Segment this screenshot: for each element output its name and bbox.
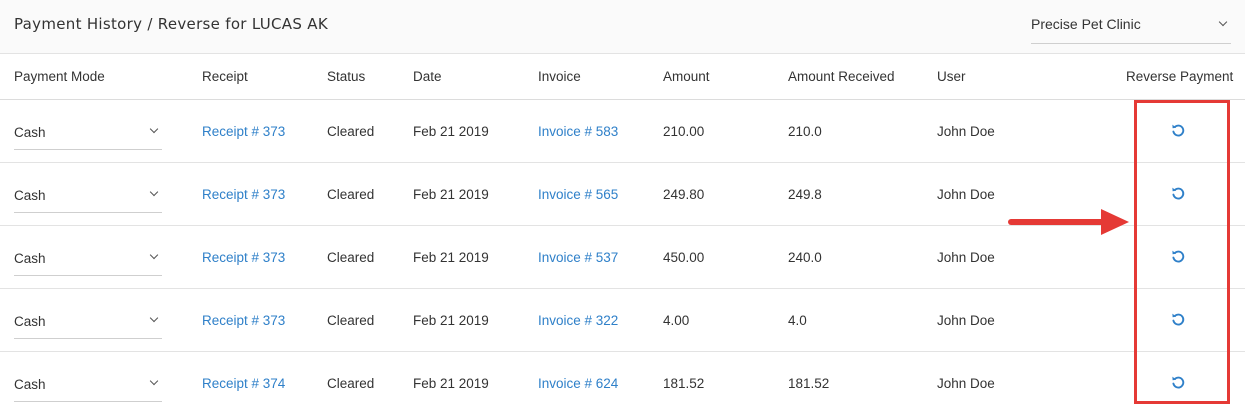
invoice-link[interactable]: Invoice # 624 — [538, 376, 618, 391]
payment-mode-value: Cash — [14, 314, 46, 329]
clinic-select-value: Precise Pet Clinic — [1031, 16, 1141, 32]
date-text: Feb 21 2019 — [413, 124, 489, 139]
receipt-link[interactable]: Receipt # 373 — [202, 124, 285, 139]
chevron-down-icon — [149, 376, 159, 386]
payment-mode-value: Cash — [14, 251, 46, 266]
amount-text: 249.80 — [663, 187, 705, 202]
status-text: Cleared — [327, 250, 375, 265]
chevron-down-icon — [149, 187, 159, 197]
amount-received-text: 210.0 — [788, 124, 822, 139]
user-text: John Doe — [937, 376, 995, 391]
invoice-link[interactable]: Invoice # 583 — [538, 124, 618, 139]
payment-mode-select[interactable]: Cash — [14, 116, 162, 150]
payment-mode-select[interactable]: Cash — [14, 179, 162, 213]
chevron-down-icon — [149, 313, 159, 323]
receipt-link[interactable]: Receipt # 374 — [202, 376, 285, 391]
table-row: Cash Receipt # 373 Cleared Feb 21 2019 I… — [0, 100, 1245, 163]
column-header-status: Status — [327, 69, 366, 84]
column-header-amount: Amount — [663, 69, 710, 84]
annotation-arrow-icon — [1008, 209, 1129, 235]
amount-received-text: 249.8 — [788, 187, 822, 202]
user-text: John Doe — [937, 250, 995, 265]
amount-text: 450.00 — [663, 250, 705, 265]
invoice-link[interactable]: Invoice # 537 — [538, 250, 618, 265]
column-header-invoice: Invoice — [538, 69, 581, 84]
amount-received-text: 181.52 — [788, 376, 830, 391]
status-text: Cleared — [327, 124, 375, 139]
payment-mode-select[interactable]: Cash — [14, 242, 162, 276]
amount-received-text: 4.0 — [788, 313, 807, 328]
user-text: John Doe — [937, 124, 995, 139]
clinic-select[interactable]: Precise Pet Clinic — [1031, 0, 1231, 44]
date-text: Feb 21 2019 — [413, 250, 489, 265]
column-header-reverse-payment: Reverse Payment — [1126, 69, 1234, 84]
payment-mode-value: Cash — [14, 188, 46, 203]
amount-received-text: 240.0 — [788, 250, 822, 265]
chevron-down-icon — [149, 250, 159, 260]
highlight-annotation-box — [1134, 100, 1230, 404]
amount-text: 181.52 — [663, 376, 705, 391]
user-text: John Doe — [937, 187, 995, 202]
receipt-link[interactable]: Receipt # 373 — [202, 187, 285, 202]
page-title: Payment History / Reverse for LUCAS AK — [14, 15, 328, 33]
date-text: Feb 21 2019 — [413, 376, 489, 391]
column-header-date: Date — [413, 69, 442, 84]
payment-mode-select[interactable]: Cash — [14, 368, 162, 402]
amount-text: 4.00 — [663, 313, 690, 328]
payment-mode-select[interactable]: Cash — [14, 305, 162, 339]
chevron-down-icon — [1218, 17, 1228, 27]
date-text: Feb 21 2019 — [413, 313, 489, 328]
invoice-link[interactable]: Invoice # 322 — [538, 313, 618, 328]
page-header: Payment History / Reverse for LUCAS AK P… — [0, 0, 1245, 54]
receipt-link[interactable]: Receipt # 373 — [202, 313, 285, 328]
receipt-link[interactable]: Receipt # 373 — [202, 250, 285, 265]
date-text: Feb 21 2019 — [413, 187, 489, 202]
invoice-link[interactable]: Invoice # 565 — [538, 187, 618, 202]
payment-mode-value: Cash — [14, 377, 46, 392]
column-header-amount-received: Amount Received — [788, 69, 895, 84]
chevron-down-icon — [149, 124, 159, 134]
payment-mode-value: Cash — [14, 125, 46, 140]
table-row: Cash Receipt # 374 Cleared Feb 21 2019 I… — [0, 352, 1245, 413]
column-header-receipt: Receipt — [202, 69, 248, 84]
user-text: John Doe — [937, 313, 995, 328]
status-text: Cleared — [327, 187, 375, 202]
column-header-user: User — [937, 69, 966, 84]
status-text: Cleared — [327, 376, 375, 391]
status-text: Cleared — [327, 313, 375, 328]
column-header-payment-mode: Payment Mode — [14, 69, 105, 84]
table-row: Cash Receipt # 373 Cleared Feb 21 2019 I… — [0, 289, 1245, 352]
amount-text: 210.00 — [663, 124, 705, 139]
